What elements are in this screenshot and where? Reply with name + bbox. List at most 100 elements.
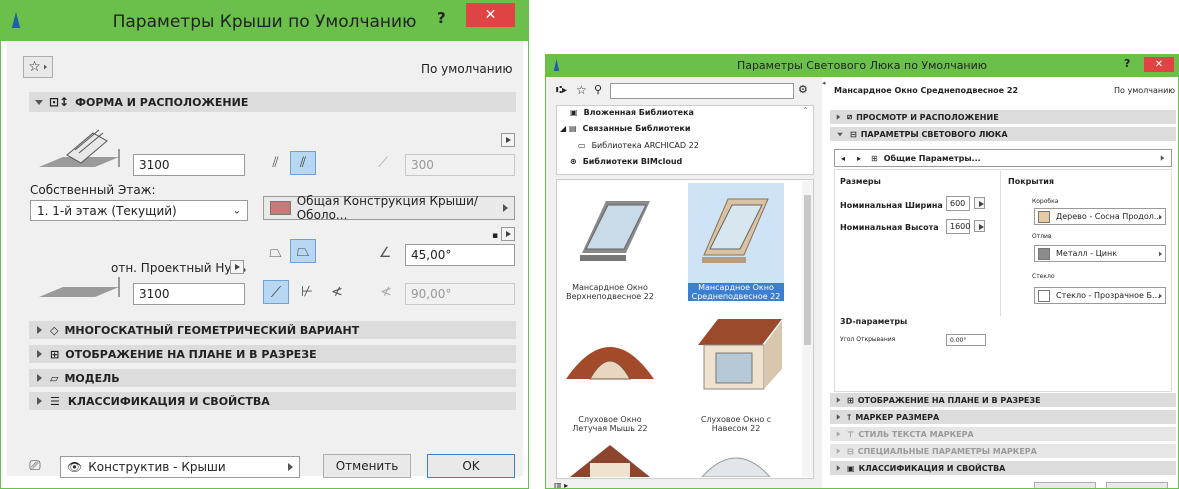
small-options-icon[interactable]: ▪ — [492, 224, 516, 241]
section-model[interactable]: ▱ МОДЕЛЬ — [29, 369, 516, 387]
library-item-bimcloud[interactable]: ⊛ Библиотеки BIMcloud — [570, 157, 682, 166]
edge-perpendicular-icon[interactable]: ⊬ — [295, 281, 319, 303]
section-view-label: ПРОСМОТР И РАСПОЛОЖЕНИЕ — [856, 112, 999, 122]
frame-label: Отлив — [1032, 233, 1052, 240]
close-button[interactable]: ✕ — [466, 3, 515, 27]
help-button[interactable]: ? — [1124, 57, 1130, 70]
tree-scrollbar[interactable]: ⌃ — [802, 106, 813, 174]
library-item-archicad[interactable]: ▭ Библиотека ARCHICAD 22 — [578, 141, 699, 150]
section-classification-label: КЛАССИФИКАЦИЯ И СВОЙСТВА — [67, 394, 270, 408]
glass-arrow-icon — [1159, 293, 1162, 298]
slope-angle-icon: ∠ — [378, 245, 392, 261]
right-default-label: По умолчанию — [1114, 86, 1176, 95]
close-button[interactable]: ✕ — [1144, 57, 1174, 72]
nav-value: Общие Параметры... — [883, 153, 981, 163]
hatch-selected-icon[interactable]: ⫽ — [290, 151, 316, 175]
classification-icon: ☰ — [50, 394, 60, 408]
height-input[interactable]: 1600 — [946, 219, 970, 234]
plan-section-icon: ⊞ — [50, 347, 60, 361]
star-icon[interactable]: ☆ — [576, 83, 587, 97]
bat-dormer-icon — [566, 347, 654, 380]
edge-custom-icon[interactable]: ≮ — [325, 281, 349, 303]
favorites-button[interactable]: ☆ — [23, 56, 53, 78]
skylight-settings-dialog: Параметры Светового Люка по Умолчанию ? … — [545, 54, 1179, 489]
roof-illustration-icon — [35, 119, 125, 177]
object-name: Мансардное Окно Среднеподвесное 22 — [834, 86, 1019, 95]
panel-divider — [1000, 171, 1001, 316]
reference-arrow-icon[interactable] — [230, 260, 244, 274]
edge-vertical-icon[interactable]: ⟋ — [263, 280, 289, 304]
scroll-thumb[interactable] — [804, 195, 811, 345]
collapse-icon — [836, 465, 841, 471]
search-icon[interactable]: ⚲ — [594, 83, 602, 96]
section-dimension-marker[interactable]: ⊺ МАРКЕР РАЗМЕРА — [830, 410, 1176, 424]
thumbnail-caption-4: Слуховое Окно с Навесом 22 — [700, 415, 772, 433]
library-item-label: Библиотека ARCHICAD 22 — [591, 141, 699, 150]
search-input[interactable] — [610, 83, 794, 99]
help-button[interactable]: ? — [437, 9, 446, 27]
section-shape-label: ФОРМА И РАСПОЛОЖЕНИЕ — [75, 95, 249, 109]
collapse-icon — [37, 374, 42, 382]
thumbnail-scrollbar[interactable] — [802, 181, 813, 477]
nav-arrow-icon — [1160, 155, 1165, 161]
glass-material-select[interactable]: Стекло - Прозрачное Б... — [1034, 287, 1166, 304]
settings-icon[interactable]: ⚙ — [798, 83, 808, 96]
section-view-position[interactable]: ⧄ ПРОСМОТР И РАСПОЛОЖЕНИЕ — [830, 110, 1176, 124]
thumbnail-item-5[interactable] — [568, 443, 652, 477]
ok-button-partial[interactable] — [1106, 482, 1168, 488]
opening-angle-label: Угол Открывания — [840, 336, 896, 343]
params-nav-select[interactable]: ◂ ▸ ⊞ Общие Параметры... — [834, 149, 1172, 167]
expand-arrow-icon[interactable] — [501, 133, 515, 147]
cancel-button-partial[interactable] — [1034, 482, 1096, 488]
box-material-value: Дерево - Сосна Продол... — [1056, 212, 1162, 221]
section-plan-section[interactable]: ⊞ ОТОБРАЖЕНИЕ НА ПЛАНЕ И В РАЗРЕЗЕ — [29, 345, 516, 363]
plane-roof-selected-icon[interactable]: ⏢ — [290, 239, 316, 263]
layer-select[interactable]: 👁 Конструктив - Крыши — [60, 456, 300, 478]
layer-icon: ⎚ — [29, 458, 41, 474]
edge-angle-icon: ≮ — [380, 284, 392, 300]
width-arrow-icon[interactable] — [974, 197, 985, 209]
library-toolbar: ⑆▸ ☆ ⚲ ⚙ — [556, 83, 814, 101]
bottom-left-controls[interactable]: ▥ ▸ — [554, 481, 634, 488]
ok-button[interactable]: OK — [427, 454, 515, 478]
collapse-icon — [836, 431, 841, 437]
roof-height-input[interactable]: 3100 — [133, 154, 245, 176]
section-right-label-2: СТИЛЬ ТЕКСТА МАРКЕРА — [858, 429, 974, 439]
reference-input[interactable]: 3100 — [133, 283, 245, 305]
library-item-embedded[interactable]: ▣ Вложенная Библиотека — [570, 108, 694, 117]
chevron-down-icon: ⌄ — [232, 205, 241, 216]
thumbnail-item-6[interactable] — [696, 447, 776, 478]
box-material-select[interactable]: Дерево - Сосна Продол... — [1034, 208, 1166, 225]
section-shape-position[interactable]: ⊡↕ ФОРМА И РАСПОЛОЖЕНИЕ — [29, 92, 516, 112]
floor-select[interactable]: 1. 1-й этаж (Текущий) ⌄ — [30, 200, 248, 221]
slope-angle-input[interactable]: 45,00° — [405, 244, 515, 266]
tree-view-icon[interactable]: ⑆▸ — [556, 85, 567, 96]
section-marker-params[interactable]: ⊟ СПЕЦИАЛЬНЫЕ ПАРАМЕТРЫ МАРКЕРА — [830, 444, 1176, 458]
opening-angle-input[interactable]: 0.00° — [946, 334, 986, 346]
section-skylight-params[interactable]: ⊟ ПАРАМЕТРЫ СВЕТОВОГО ЛЮКА — [830, 127, 1176, 141]
section-classification-right[interactable]: ▣ КЛАССИФИКАЦИЯ И СВОЙСТВА — [830, 461, 1176, 475]
nav-forward-icon[interactable]: ▸ — [857, 154, 861, 163]
width-input[interactable]: 600 — [946, 196, 970, 211]
glass-material-value: Стекло - Прозрачное Б... — [1056, 291, 1160, 300]
hatch-icon[interactable]: ⫽ — [263, 152, 288, 174]
collapse-icon — [836, 397, 841, 403]
thumbnail-item-4[interactable] — [688, 315, 784, 395]
library-item-linked[interactable]: ◢ ▤ Связанные Библиотеки — [560, 124, 690, 133]
reference-label: отн. Проектный Нуль — [111, 261, 247, 275]
cancel-button[interactable]: Отменить — [323, 454, 411, 478]
structure-select[interactable]: Общая Конструкция Крыши/Оболо... — [263, 194, 515, 222]
width-label: Номинальная Ширина — [840, 201, 943, 210]
nav-back-icon[interactable]: ◂ — [841, 154, 845, 163]
section-marker-text-style[interactable]: ⊤ СТИЛЬ ТЕКСТА МАРКЕРА — [830, 427, 1176, 441]
section-plan-section-right[interactable]: ⊞ ОТОБРАЖЕНИЕ НА ПЛАНЕ И В РАЗРЕЗЕ — [830, 393, 1176, 407]
frame-material-value: Металл - Цинк — [1056, 249, 1118, 258]
text-style-icon: ⊤ — [847, 429, 855, 439]
height-arrow-icon[interactable] — [974, 220, 985, 232]
thumbnail-item-3[interactable] — [562, 317, 658, 391]
section-multiplane[interactable]: ◇ МНОГОСКАТНЫЙ ГЕОМЕТРИЧЕСКИЙ ВАРИАНТ — [29, 321, 516, 339]
plane-roof-icon[interactable]: ⏢ — [263, 241, 288, 263]
section-classification[interactable]: ☰ КЛАССИФИКАЦИЯ И СВОЙСТВА — [29, 392, 516, 410]
pane-splitter-icon[interactable]: ◂ — [822, 79, 826, 87]
frame-material-select[interactable]: Металл - Цинк — [1034, 245, 1166, 262]
